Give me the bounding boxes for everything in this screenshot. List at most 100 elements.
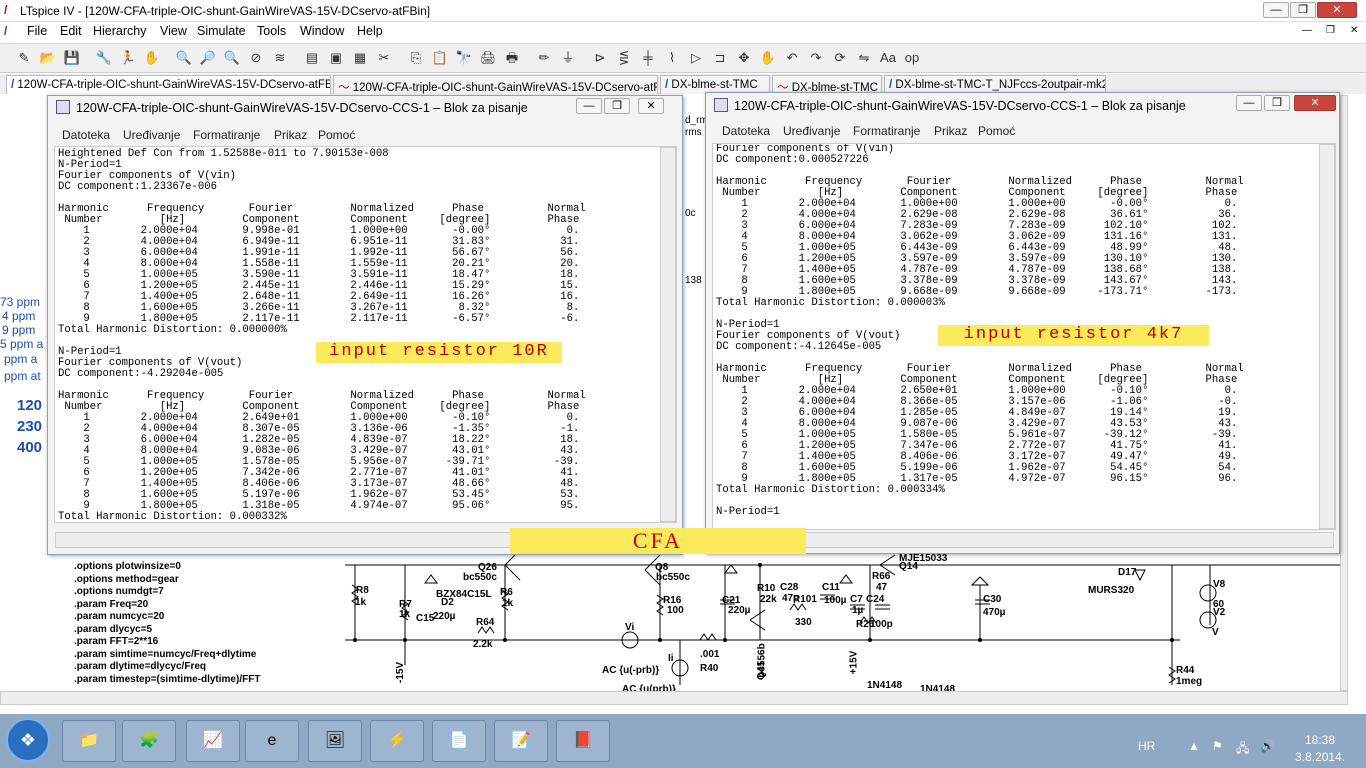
- resistor-icon[interactable]: ╪: [638, 48, 658, 68]
- component-label[interactable]: bc550c: [656, 572, 690, 583]
- component-label[interactable]: V2: [1213, 607, 1225, 618]
- grid-icon[interactable]: ▤: [302, 48, 322, 68]
- zoom-pan-icon[interactable]: 🔎: [198, 48, 218, 68]
- close-button[interactable]: ✕: [1317, 2, 1357, 18]
- tray-arrow-icon[interactable]: ▲: [1188, 739, 1200, 753]
- zoom-in-icon[interactable]: 🔍: [174, 48, 194, 68]
- mdi-restore-button[interactable]: ❐: [1326, 25, 1335, 36]
- component-label[interactable]: MURS320: [1088, 585, 1134, 596]
- network-icon[interactable]: 🖧: [1236, 739, 1249, 760]
- notepad-window-10r[interactable]: 120W-CFA-triple-OIC-shunt-GainWireVAS-15…: [47, 95, 683, 555]
- component-label[interactable]: 220µ: [433, 611, 455, 622]
- new-schematic-icon[interactable]: ✎: [14, 48, 34, 68]
- component-label[interactable]: R44: [1176, 665, 1194, 676]
- component-label[interactable]: 100: [667, 605, 684, 616]
- component-label[interactable]: -15V: [395, 662, 406, 683]
- notepad-close-button[interactable]: ✕: [638, 98, 664, 114]
- component-label[interactable]: R26: [856, 619, 874, 630]
- menu-tools[interactable]: Tools: [257, 24, 286, 38]
- menu-prikaz[interactable]: Prikaz: [274, 128, 307, 142]
- component-label[interactable]: R40: [700, 663, 718, 674]
- wire-icon[interactable]: ⏚: [558, 48, 578, 68]
- menu-pomoc[interactable]: Pomoć: [978, 124, 1015, 138]
- notepad-icon[interactable]: 📝: [494, 720, 548, 762]
- diode-icon[interactable]: ⊐: [710, 48, 730, 68]
- component-label[interactable]: 47: [876, 582, 887, 593]
- language-indicator[interactable]: HR: [1138, 739, 1155, 753]
- component-label[interactable]: R10: [757, 583, 775, 594]
- component-label[interactable]: .001: [700, 649, 719, 660]
- menu-uredivanje[interactable]: Uređivanje: [123, 128, 180, 142]
- component-label[interactable]: C28: [780, 582, 798, 593]
- component-label[interactable]: 330: [795, 617, 812, 628]
- component-label[interactable]: 1k: [399, 609, 410, 620]
- tab-waveform-1[interactable]: 〜 120W-CFA-triple-OIC-shunt-GainWireVAS-…: [333, 75, 658, 94]
- open-icon[interactable]: 📂: [38, 48, 58, 68]
- mdi-close-button[interactable]: ✕: [1350, 25, 1358, 36]
- menu-hierarchy[interactable]: Hierarchy: [93, 24, 147, 38]
- redo-icon[interactable]: ⟳: [830, 48, 850, 68]
- menu-formatiranje[interactable]: Formatiranje: [853, 124, 920, 138]
- component-label[interactable]: +15V: [848, 651, 859, 675]
- start-button[interactable]: ❖: [6, 718, 50, 762]
- component-label[interactable]: 100µ: [824, 595, 846, 606]
- notepad-close-button[interactable]: ✕: [1294, 95, 1336, 111]
- component-label[interactable]: AC {u(-prb)}: [602, 665, 659, 676]
- menu-edit[interactable]: Edit: [60, 24, 82, 38]
- print-icon[interactable]: 🖶: [502, 48, 522, 68]
- zoom-out-icon[interactable]: 🔍: [222, 48, 242, 68]
- component-label[interactable]: R6: [500, 587, 513, 598]
- component-label[interactable]: D17: [1118, 567, 1136, 578]
- component-label[interactable]: 220µ: [728, 605, 750, 616]
- volume-icon[interactable]: 🔊: [1260, 739, 1275, 753]
- menu-pomoc[interactable]: Pomoć: [318, 128, 355, 142]
- component-label[interactable]: 2.2k: [473, 639, 492, 650]
- mdi-minimize-button[interactable]: —: [1302, 25, 1312, 36]
- component-label[interactable]: C15: [416, 613, 434, 624]
- component-label[interactable]: C30: [983, 594, 1001, 605]
- menu-datoteka[interactable]: Datoteka: [722, 124, 770, 138]
- menu-file[interactable]: File: [27, 24, 47, 38]
- component-label[interactable]: 1k: [502, 598, 513, 609]
- zoom-fit-icon[interactable]: ⊘: [246, 48, 266, 68]
- mirror-icon[interactable]: Aa: [878, 48, 898, 68]
- menu-prikaz[interactable]: Prikaz: [934, 124, 967, 138]
- internet-explorer-icon[interactable]: e: [245, 720, 299, 762]
- paint-icon[interactable]: 🧩: [122, 720, 176, 762]
- tile-icon[interactable]: ▣: [326, 48, 346, 68]
- component-label[interactable]: 1k: [355, 597, 366, 608]
- save-icon[interactable]: 💾: [62, 48, 82, 68]
- clock-date[interactable]: 3.8.2014.: [1295, 750, 1345, 764]
- component-label[interactable]: R101: [793, 594, 817, 605]
- minimize-button[interactable]: —: [1263, 2, 1289, 18]
- component-label[interactable]: Vi: [625, 622, 634, 633]
- copy-icon[interactable]: 📋: [430, 48, 450, 68]
- component-label[interactable]: R66: [872, 571, 890, 582]
- photo-viewer-icon[interactable]: 🖼: [308, 720, 362, 762]
- paste-icon[interactable]: 🔭: [454, 48, 474, 68]
- notepad-maximize-button[interactable]: ❐: [604, 98, 630, 114]
- label-icon[interactable]: ⋚: [614, 48, 634, 68]
- halt-icon[interactable]: ✋: [142, 48, 162, 68]
- move-icon[interactable]: ✋: [758, 48, 778, 68]
- ltspice-wave-icon[interactable]: 📈: [186, 720, 240, 762]
- notepad-minimize-button[interactable]: —: [576, 98, 602, 114]
- component-label[interactable]: 22k: [760, 594, 777, 605]
- rotate-icon[interactable]: ⇋: [854, 48, 874, 68]
- component-label[interactable]: R64: [476, 617, 494, 628]
- inductor-icon[interactable]: ▷: [686, 48, 706, 68]
- component-label[interactable]: V: [1212, 627, 1219, 638]
- notepad-vertical-scrollbar[interactable]: [1319, 144, 1335, 529]
- component-label[interactable]: V8: [1213, 579, 1225, 590]
- ground-icon[interactable]: ⊳: [590, 48, 610, 68]
- close-all-icon[interactable]: ✂: [374, 48, 394, 68]
- component-label[interactable]: C7: [850, 594, 863, 605]
- component-label[interactable]: 470µ: [983, 607, 1005, 618]
- menu-help[interactable]: Help: [357, 24, 383, 38]
- print-preview-icon[interactable]: ✏: [534, 48, 554, 68]
- clock-time[interactable]: 18:38: [1305, 733, 1335, 747]
- component-label[interactable]: C24: [866, 594, 884, 605]
- menu-datoteka[interactable]: Datoteka: [62, 128, 110, 142]
- component-label[interactable]: 1N4148: [867, 680, 902, 691]
- component-label[interactable]: MJE15033: [899, 553, 947, 564]
